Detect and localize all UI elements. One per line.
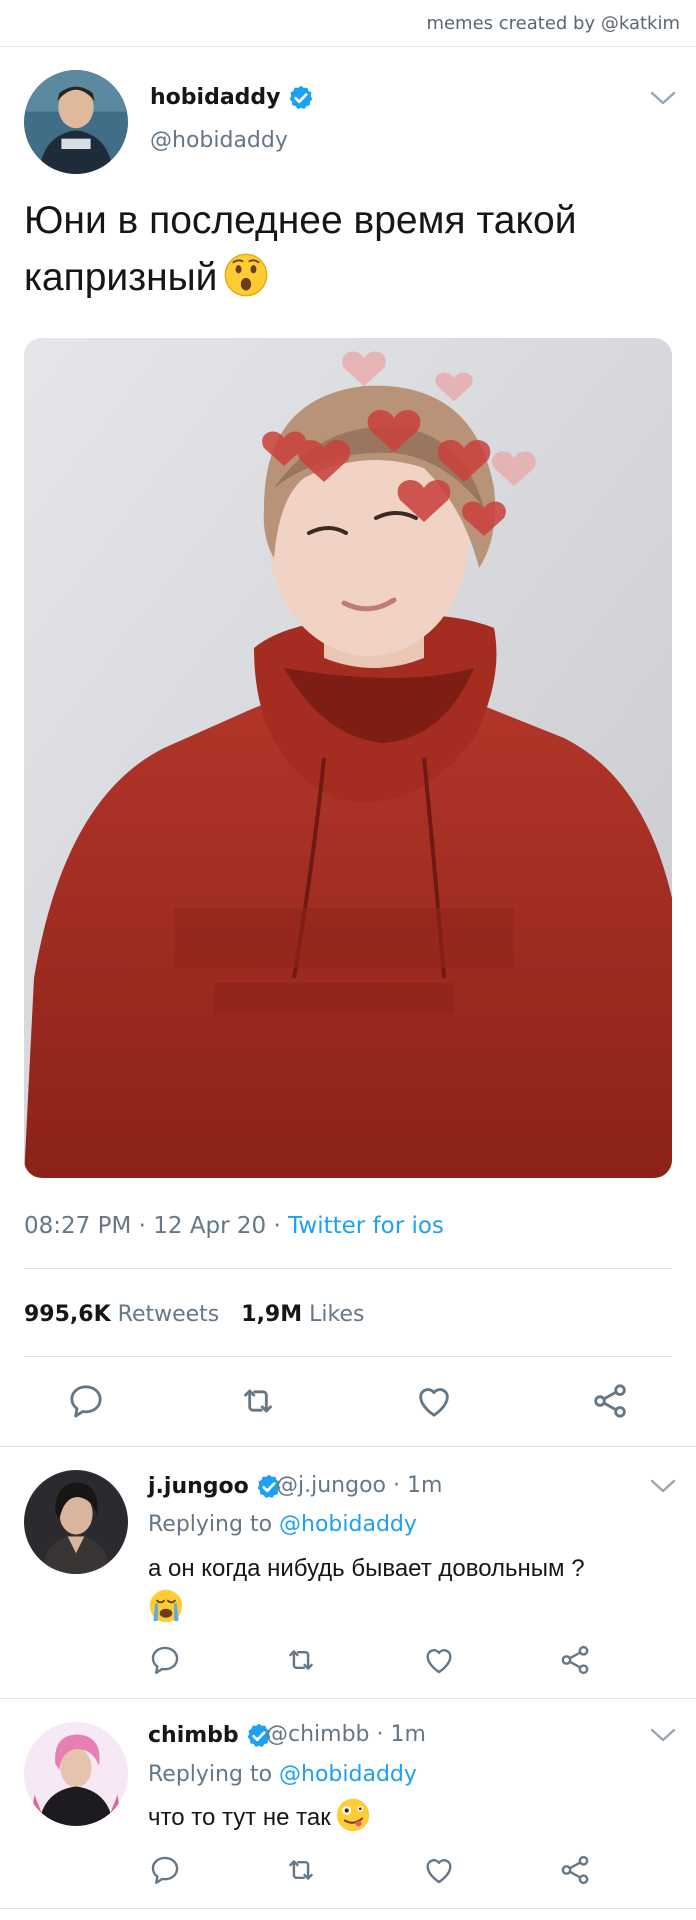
reply-time: 1m: [406, 1473, 443, 1498]
avatar-image: [24, 1722, 128, 1826]
likes-stat[interactable]: 1,9M Likes: [241, 1302, 364, 1327]
retweet-icon[interactable]: [238, 1381, 278, 1421]
reply-author-handle[interactable]: @chimbb · 1m: [266, 1722, 426, 1747]
divider: [0, 1698, 696, 1699]
credit-text: memes created by @katkim: [426, 13, 680, 34]
replying-to-link[interactable]: @hobidaddy: [279, 1762, 417, 1787]
reply-author-handle[interactable]: @j.jungoo · 1m: [276, 1473, 442, 1498]
avatar-image: [24, 1470, 128, 1574]
reply-time: 1m: [390, 1722, 426, 1747]
replying-to-link[interactable]: @hobidaddy: [279, 1512, 417, 1537]
verified-badge-icon: [287, 84, 315, 112]
divider: [0, 1908, 696, 1909]
reply-text: что то тут не так: [148, 1797, 678, 1837]
author-name[interactable]: hobidaddy: [150, 84, 315, 112]
avatar[interactable]: [24, 1470, 128, 1574]
divider: [24, 1356, 672, 1357]
reply-icon[interactable]: [148, 1643, 182, 1677]
like-heart-icon[interactable]: [414, 1381, 454, 1421]
divider: [0, 1446, 696, 1447]
reply-author-name[interactable]: j.jungoo: [148, 1473, 283, 1501]
reply-text: а он когда нибудь бывает довольным ?: [148, 1550, 678, 1628]
crying-face-icon: [148, 1588, 184, 1624]
photo-image: [24, 338, 672, 1178]
tweet-stats: 995,6K Retweets 1,9M Likes: [24, 1302, 364, 1327]
like-heart-icon[interactable]: [422, 1643, 456, 1677]
tweet-photo[interactable]: [24, 338, 672, 1178]
chevron-down-icon[interactable]: [650, 1727, 676, 1743]
like-heart-icon[interactable]: [422, 1853, 456, 1887]
retweets-stat[interactable]: 995,6K Retweets: [24, 1302, 219, 1327]
divider: [24, 1268, 672, 1269]
chevron-down-icon[interactable]: [650, 1478, 676, 1494]
tweet-text: Юни в последнее время такой капризный: [24, 199, 577, 299]
tweet-source-link[interactable]: Twitter for ios: [288, 1213, 444, 1239]
avatar-image: [24, 70, 128, 174]
credit-bar: memes created by @katkim: [0, 0, 696, 47]
share-icon[interactable]: [558, 1643, 592, 1677]
reply-author-name[interactable]: chimbb: [148, 1722, 273, 1750]
astonished-face-icon: [223, 252, 269, 298]
chevron-down-icon[interactable]: [650, 90, 676, 106]
replying-to: Replying to @hobidaddy: [148, 1512, 417, 1537]
reply-icon[interactable]: [66, 1381, 106, 1421]
retweet-icon[interactable]: [284, 1853, 318, 1887]
tweet-time: 08:27 PM: [24, 1213, 132, 1239]
share-icon[interactable]: [558, 1853, 592, 1887]
avatar[interactable]: [24, 70, 128, 174]
retweet-icon[interactable]: [284, 1643, 318, 1677]
replying-to: Replying to @hobidaddy: [148, 1762, 417, 1787]
tweet-meta: 08:27 PM · 12 Apr 20 · Twitter for ios: [24, 1213, 444, 1239]
reply-icon[interactable]: [148, 1853, 182, 1887]
tweet-date: 12 Apr 20: [153, 1213, 267, 1239]
avatar[interactable]: [24, 1722, 128, 1826]
author-handle[interactable]: @hobidaddy: [150, 128, 288, 153]
zany-face-icon: [335, 1797, 371, 1833]
share-icon[interactable]: [590, 1381, 630, 1421]
